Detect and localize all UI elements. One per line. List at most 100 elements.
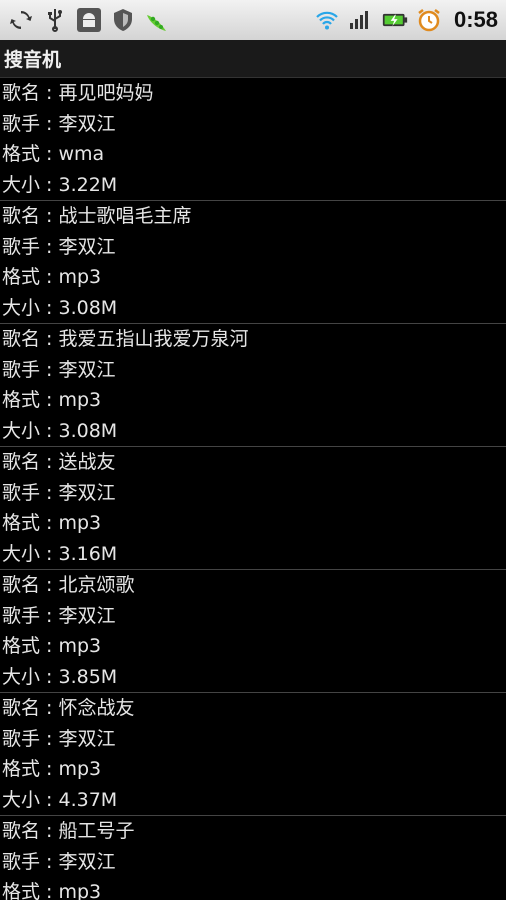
song-singer-row: 歌手 : 李双江 <box>0 847 506 878</box>
song-singer-label: 歌手 : <box>2 727 59 750</box>
song-name-row: 歌名 : 送战友 <box>0 447 506 478</box>
song-singer-row: 歌手 : 李双江 <box>0 232 506 263</box>
song-item[interactable]: 歌名 : 送战友 歌手 : 李双江 格式 : mp3 大小 : 3.16M <box>0 447 506 570</box>
song-singer: 李双江 <box>58 235 116 258</box>
song-name-label: 歌名 : <box>2 451 59 473</box>
song-size: 3.22M <box>58 173 118 196</box>
song-name-row: 歌名 : 怀念战友 <box>0 693 506 724</box>
song-format-row: 格式 : mp3 <box>0 508 506 539</box>
song-item[interactable]: 歌名 : 船工号子 歌手 : 李双江 格式 : mp3 <box>0 816 506 900</box>
song-size-row: 大小 : 3.16M <box>0 539 506 570</box>
battery-charging-icon <box>382 7 408 33</box>
song-format: mp3 <box>58 266 102 288</box>
song-format: wma <box>58 143 105 165</box>
status-bar: 0:58 <box>0 0 506 40</box>
song-name: 送战友 <box>58 451 116 473</box>
signal-icon <box>348 7 374 33</box>
song-item[interactable]: 歌名 : 再见吧妈妈 歌手 : 李双江 格式 : wma 大小 : 3.22M <box>0 78 506 201</box>
song-name-label: 歌名 : <box>2 328 59 350</box>
song-size: 3.08M <box>58 296 118 319</box>
song-list[interactable]: 歌名 : 再见吧妈妈 歌手 : 李双江 格式 : wma 大小 : 3.22M … <box>0 78 506 900</box>
song-singer-label: 歌手 : <box>2 235 59 258</box>
usb-icon <box>42 7 68 33</box>
song-singer: 李双江 <box>58 358 116 381</box>
song-singer: 李双江 <box>58 112 116 135</box>
song-size-row: 大小 : 3.22M <box>0 170 506 201</box>
song-name-label: 歌名 : <box>2 697 59 719</box>
song-singer-label: 歌手 : <box>2 358 59 381</box>
song-format-label: 格式 : <box>2 389 59 411</box>
song-name: 再见吧妈妈 <box>58 82 154 104</box>
song-name: 怀念战友 <box>58 697 135 719</box>
song-format-label: 格式 : <box>2 758 59 780</box>
app-title-bar: 搜音机 <box>0 40 506 78</box>
song-name-row: 歌名 : 船工号子 <box>0 816 506 847</box>
song-size-label: 大小 : <box>2 665 59 688</box>
song-item[interactable]: 歌名 : 北京颂歌 歌手 : 李双江 格式 : mp3 大小 : 3.85M <box>0 570 506 693</box>
song-name-row: 歌名 : 我爱五指山我爱万泉河 <box>0 324 506 355</box>
song-size-row: 大小 : 4.37M <box>0 785 506 816</box>
song-format-row: 格式 : mp3 <box>0 877 506 900</box>
song-size-row: 大小 : 3.08M <box>0 416 506 447</box>
song-singer-label: 歌手 : <box>2 604 59 627</box>
song-singer-row: 歌手 : 李双江 <box>0 724 506 755</box>
notification-icons <box>8 7 170 33</box>
song-format-row: 格式 : mp3 <box>0 385 506 416</box>
song-format: mp3 <box>58 635 102 657</box>
song-singer: 李双江 <box>58 481 116 504</box>
song-size-row: 大小 : 3.85M <box>0 662 506 693</box>
system-icons: 0:58 <box>314 7 498 33</box>
status-time: 0:58 <box>453 7 498 32</box>
song-size-label: 大小 : <box>2 173 59 196</box>
song-name: 战士歌唱毛主席 <box>58 205 192 227</box>
song-name-label: 歌名 : <box>2 574 59 596</box>
song-size-label: 大小 : <box>2 296 59 319</box>
song-size: 3.08M <box>58 419 118 442</box>
alarm-clock-icon <box>416 7 442 33</box>
song-size-row: 大小 : 3.08M <box>0 293 506 324</box>
song-singer: 李双江 <box>58 850 116 873</box>
song-size: 4.37M <box>58 788 118 811</box>
song-size: 3.16M <box>58 542 118 565</box>
song-name-label: 歌名 : <box>2 82 59 104</box>
song-format-label: 格式 : <box>2 143 59 165</box>
song-format: mp3 <box>58 758 102 780</box>
song-format-row: 格式 : mp3 <box>0 262 506 293</box>
song-format-label: 格式 : <box>2 635 59 657</box>
app-title: 搜音机 <box>4 49 62 71</box>
song-singer: 李双江 <box>58 727 116 750</box>
song-singer-label: 歌手 : <box>2 850 59 873</box>
song-singer-row: 歌手 : 李双江 <box>0 478 506 509</box>
song-singer-row: 歌手 : 李双江 <box>0 355 506 386</box>
android-debug-icon <box>76 7 102 33</box>
song-format-label: 格式 : <box>2 266 59 288</box>
song-name-label: 歌名 : <box>2 820 59 842</box>
peapod-app-icon <box>144 7 170 33</box>
song-name-label: 歌名 : <box>2 205 59 227</box>
song-size: 3.85M <box>58 665 118 688</box>
sync-icon <box>8 7 34 33</box>
song-name-row: 歌名 : 战士歌唱毛主席 <box>0 201 506 232</box>
song-size-label: 大小 : <box>2 419 59 442</box>
song-item[interactable]: 歌名 : 我爱五指山我爱万泉河 歌手 : 李双江 格式 : mp3 大小 : 3… <box>0 324 506 447</box>
song-size-label: 大小 : <box>2 542 59 565</box>
song-singer-row: 歌手 : 李双江 <box>0 109 506 140</box>
song-singer-row: 歌手 : 李双江 <box>0 601 506 632</box>
song-format: mp3 <box>58 512 102 534</box>
song-format-row: 格式 : wma <box>0 139 506 170</box>
song-name: 我爱五指山我爱万泉河 <box>58 328 249 350</box>
song-format-row: 格式 : mp3 <box>0 631 506 662</box>
song-size-label: 大小 : <box>2 788 59 811</box>
song-item[interactable]: 歌名 : 怀念战友 歌手 : 李双江 格式 : mp3 大小 : 4.37M <box>0 693 506 816</box>
shield-icon <box>110 7 136 33</box>
song-name-row: 歌名 : 北京颂歌 <box>0 570 506 601</box>
song-format-label: 格式 : <box>2 881 59 900</box>
song-name: 北京颂歌 <box>58 574 135 596</box>
song-name: 船工号子 <box>58 820 135 842</box>
song-format-row: 格式 : mp3 <box>0 754 506 785</box>
song-format: mp3 <box>58 881 102 900</box>
song-name-row: 歌名 : 再见吧妈妈 <box>0 78 506 109</box>
song-item[interactable]: 歌名 : 战士歌唱毛主席 歌手 : 李双江 格式 : mp3 大小 : 3.08… <box>0 201 506 324</box>
song-singer: 李双江 <box>58 604 116 627</box>
song-format: mp3 <box>58 389 102 411</box>
